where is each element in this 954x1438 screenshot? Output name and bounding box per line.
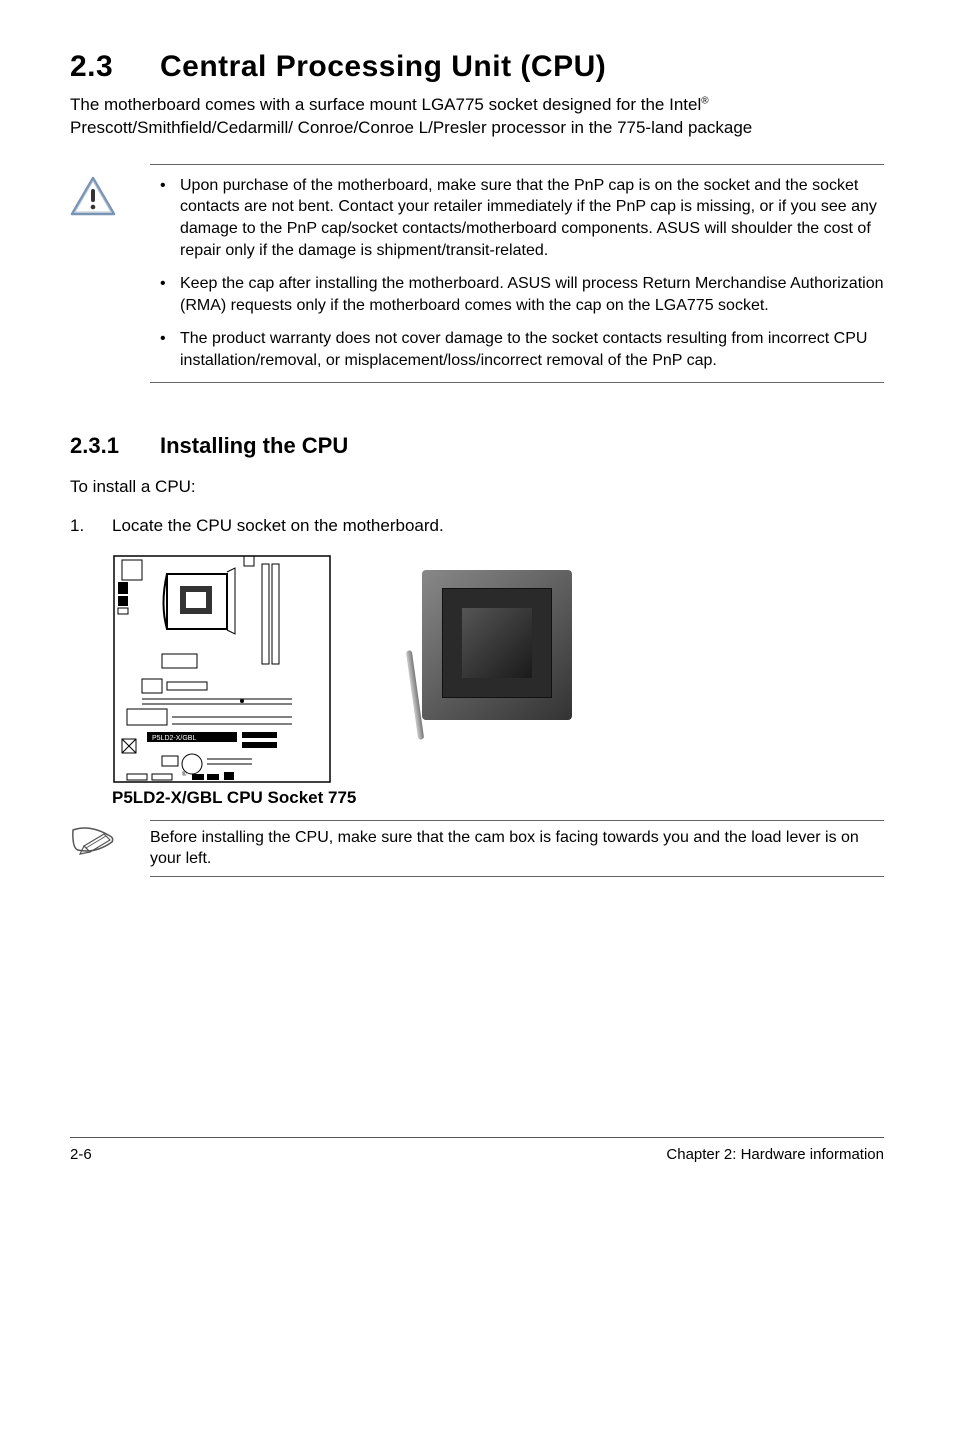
svg-text:®: ®: [182, 771, 187, 778]
info-icon-container: [70, 820, 150, 861]
warning-block: Upon purchase of the motherboard, make s…: [70, 164, 884, 383]
page-number: 2-6: [70, 1146, 92, 1163]
chapter-label: Chapter 2: Hardware information: [666, 1146, 884, 1163]
intro-paragraph: The motherboard comes with a surface mou…: [70, 94, 884, 140]
intro-text-before: The motherboard comes with a surface mou…: [70, 95, 701, 114]
step-item: 1. Locate the CPU socket on the motherbo…: [70, 515, 884, 538]
step-number: 1.: [70, 515, 84, 538]
subsection-number: 2.3.1: [70, 433, 160, 459]
warning-item: The product warranty does not cover dama…: [150, 328, 884, 371]
motherboard-diagram-icon: P5LD2-X/GBL ®: [112, 554, 332, 784]
step-list: 1. Locate the CPU socket on the motherbo…: [70, 515, 884, 538]
board-label-text: P5LD2-X/GBL: [152, 735, 196, 742]
info-note-text: Before installing the CPU, make sure tha…: [150, 820, 884, 877]
registered-mark: ®: [701, 95, 708, 106]
figure-row: P5LD2-X/GBL ®: [112, 554, 884, 784]
subsection-title-text: Installing the CPU: [160, 433, 348, 458]
intro-text-after: Prescott/Smithfield/Cedarmill/ Conroe/Co…: [70, 118, 752, 137]
page-footer: 2-6 Chapter 2: Hardware information: [70, 1137, 884, 1163]
warning-item: Keep the cap after installing the mother…: [150, 273, 884, 316]
subsection-lead: To install a CPU:: [70, 477, 884, 497]
pencil-note-icon: [70, 826, 116, 856]
section-heading: 2.3Central Processing Unit (CPU): [70, 50, 884, 84]
warning-icon-container: [70, 164, 150, 221]
section-number: 2.3: [70, 50, 160, 84]
info-note-block: Before installing the CPU, make sure tha…: [70, 820, 884, 877]
warning-triangle-icon: [70, 176, 116, 216]
section-title-text: Central Processing Unit (CPU): [160, 50, 606, 83]
figure-caption: P5LD2-X/GBL CPU Socket 775: [112, 788, 884, 808]
subsection-heading: 2.3.1Installing the CPU: [70, 433, 884, 459]
socket-photo-icon: [382, 560, 602, 760]
warning-content: Upon purchase of the motherboard, make s…: [150, 164, 884, 383]
warning-item: Upon purchase of the motherboard, make s…: [150, 175, 884, 261]
step-text: Locate the CPU socket on the motherboard…: [112, 516, 444, 535]
